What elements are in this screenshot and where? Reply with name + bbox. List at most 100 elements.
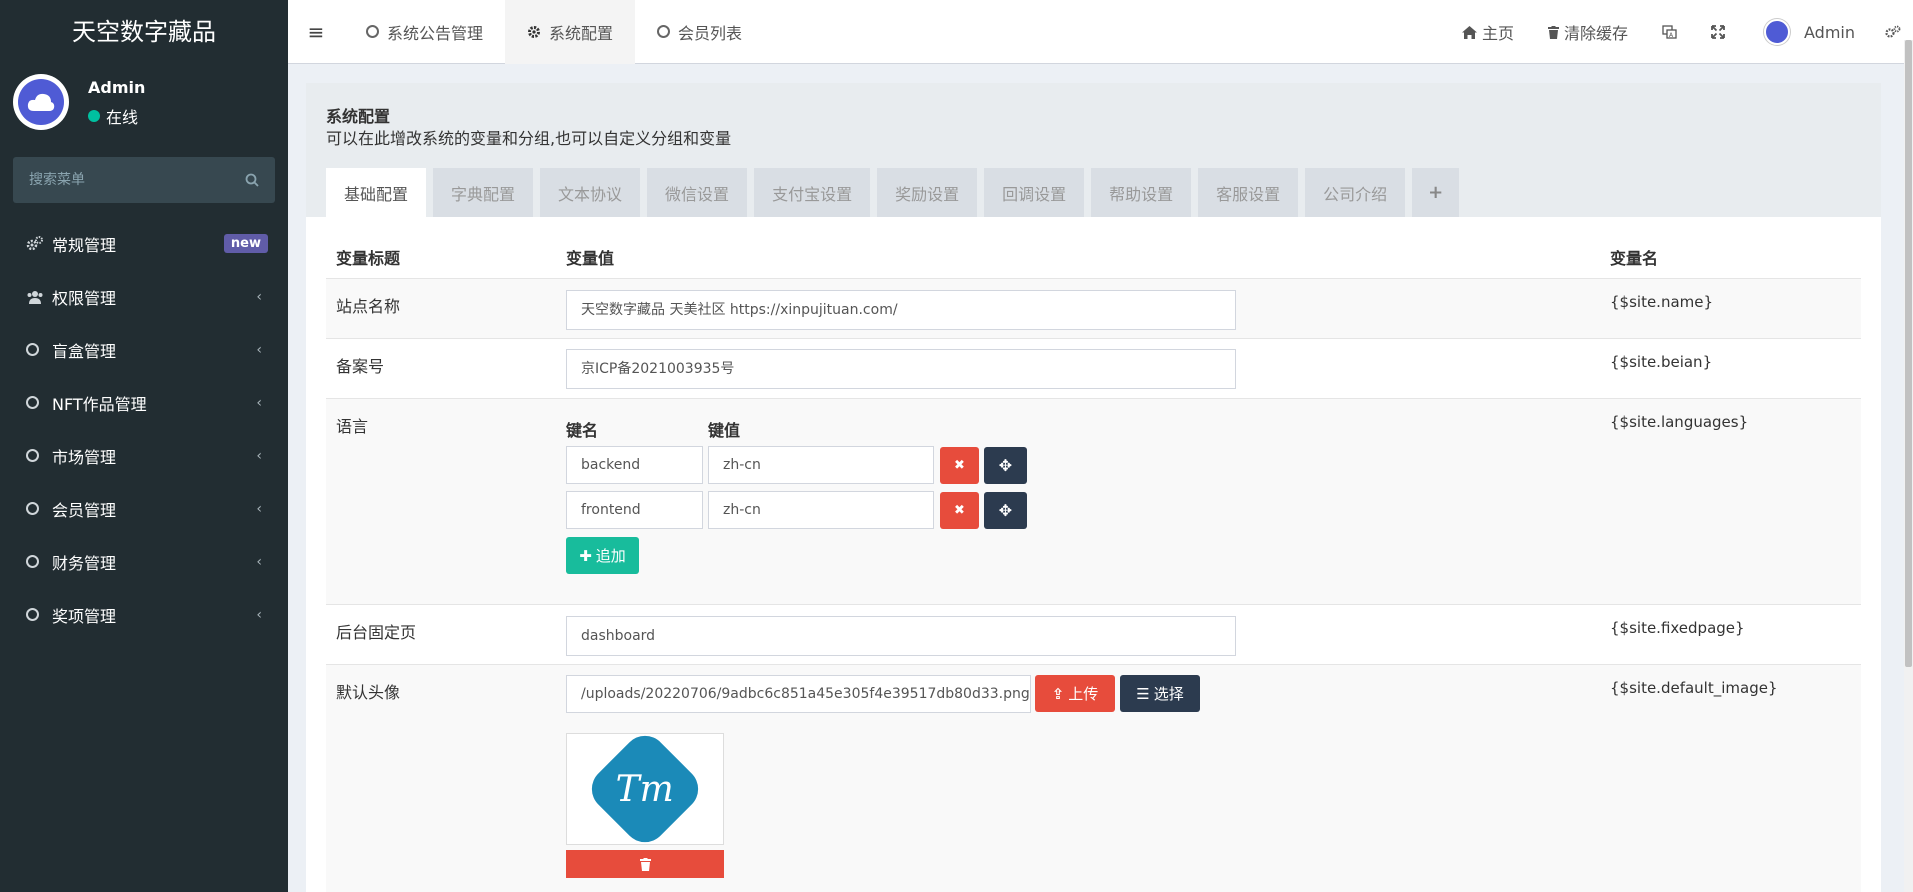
upload-icon: ⇪ — [1051, 684, 1065, 703]
user-status: 在线 — [88, 104, 138, 128]
site-name-input[interactable]: 天空数字藏品 天美社区 https://xinpujituan.com/ — [566, 290, 1236, 330]
language-icon[interactable]: A — [1645, 0, 1694, 64]
sidebar-item-label: 常规管理 — [52, 235, 117, 255]
tab-alipay-settings[interactable]: 支付宝设置 — [754, 168, 871, 217]
sidebar-item-finance[interactable]: 财务管理 ‹ — [0, 535, 288, 588]
home-label: 主页 — [1481, 24, 1514, 43]
tab-member-list[interactable]: 会员列表 — [635, 0, 764, 64]
sidebar-item-label: NFT作品管理 — [52, 394, 147, 414]
list-icon: ☰ — [1136, 684, 1150, 703]
add-tab-button[interactable]: + — [1412, 168, 1460, 217]
config-tabs: 基础配置 字典配置 文本协议 微信设置 支付宝设置 奖励设置 回调设置 帮助设置… — [326, 168, 1466, 217]
move-icon: ✥ — [998, 501, 1013, 520]
avatar — [1764, 19, 1790, 45]
sidebar-item-blindbox[interactable]: 盲盒管理 ‹ — [0, 323, 288, 376]
tab-text-agreement[interactable]: 文本协议 — [540, 168, 641, 217]
value-label: 键值 — [708, 421, 741, 440]
tm-logo-image: Tm — [582, 726, 708, 852]
row-title: 语言 — [336, 417, 369, 436]
users-icon — [26, 290, 52, 304]
tab-reward-settings[interactable]: 奖励设置 — [877, 168, 978, 217]
language-key-input[interactable]: frontend — [566, 491, 703, 529]
sidebar-item-nft[interactable]: NFT作品管理 ‹ — [0, 376, 288, 429]
tab-system-config[interactable]: 系统配置 — [505, 0, 636, 64]
tab-announcements[interactable]: 系统公告管理 — [344, 0, 505, 64]
page-title: 系统配置 — [326, 107, 391, 126]
sidebar-item-label: 盲盒管理 — [52, 341, 117, 361]
tab-dictionary-config[interactable]: 字典配置 — [433, 168, 534, 217]
circle-icon — [26, 555, 39, 568]
sidebar-item-permissions[interactable]: 权限管理 ‹ — [0, 270, 288, 323]
config-table: 变量标题 变量值 变量名 站点名称 天空数字藏品 天美社区 https://xi… — [326, 217, 1861, 892]
scrollbar-thumb[interactable] — [1905, 40, 1912, 667]
search-icon[interactable] — [245, 157, 259, 203]
tab-callback-settings[interactable]: 回调设置 — [984, 168, 1085, 217]
header-name: 变量名 — [1610, 249, 1659, 268]
row-var: {$site.fixedpage} — [1610, 619, 1745, 637]
row-title: 备案号 — [336, 357, 385, 376]
tab-help-settings[interactable]: 帮助设置 — [1091, 168, 1192, 217]
fullscreen-icon[interactable] — [1694, 0, 1742, 64]
panel-header: 系统配置 可以在此增改系统的变量和分组,也可以自定义分组和变量 基础配置 字典配… — [306, 83, 1881, 217]
sidebar-item-label: 奖项管理 — [52, 606, 117, 626]
clear-cache-button[interactable]: 清除缓存 — [1531, 0, 1645, 64]
add-entry-button[interactable]: ✚ 追加 — [566, 537, 639, 574]
admin-menu[interactable]: Admin — [1742, 0, 1885, 64]
tab-label: 系统公告管理 — [387, 23, 484, 43]
language-value-input[interactable]: zh-cn — [708, 491, 934, 529]
new-badge: new — [223, 234, 268, 253]
chevron-left-icon: ‹ — [256, 341, 262, 358]
row-title: 后台固定页 — [336, 623, 417, 642]
trash-icon — [639, 857, 651, 871]
select-button[interactable]: ☰ 选择 — [1120, 675, 1200, 712]
tab-service-settings[interactable]: 客服设置 — [1198, 168, 1299, 217]
tab-company-intro[interactable]: 公司介绍 — [1305, 168, 1406, 217]
sidebar-item-label: 财务管理 — [52, 553, 117, 573]
circle-icon — [26, 396, 39, 409]
language-value-input[interactable]: zh-cn — [708, 446, 934, 484]
table-row: 后台固定页 dashboard {$site.fixedpage} — [326, 604, 1861, 664]
home-link[interactable]: 主页 — [1445, 0, 1531, 64]
topbar-actions: 主页 清除缓存 A Admin — [1445, 0, 1913, 64]
app-brand[interactable]: 天空数字藏品 — [0, 0, 288, 64]
sidebar-item-general[interactable]: 常规管理 new — [0, 217, 288, 270]
language-key-input[interactable]: backend — [566, 446, 703, 484]
tab-wechat-settings[interactable]: 微信设置 — [647, 168, 748, 217]
plus-icon: ✚ — [579, 546, 592, 565]
sidebar-item-awards[interactable]: 奖项管理 ‹ — [0, 588, 288, 641]
chevron-left-icon: ‹ — [256, 447, 262, 464]
close-icon: ✖ — [954, 458, 965, 473]
upload-button[interactable]: ⇪ 上传 — [1035, 675, 1115, 712]
table-row: 默认头像 /uploads/20220706/9adbc6c851a45e305… — [326, 664, 1861, 892]
chevron-left-icon: ‹ — [256, 288, 262, 305]
drag-handle-button[interactable]: ✥ — [984, 492, 1027, 529]
delete-image-button[interactable] — [566, 850, 724, 878]
key-label: 键名 — [566, 421, 599, 440]
chevron-left-icon: ‹ — [256, 394, 262, 411]
hamburger-menu-icon[interactable]: ≡ — [288, 0, 344, 64]
remove-entry-button[interactable]: ✖ — [940, 492, 979, 529]
search-input[interactable]: 搜索菜单 — [13, 157, 275, 203]
image-preview: Tm — [566, 726, 724, 852]
sidebar-item-market[interactable]: 市场管理 ‹ — [0, 429, 288, 482]
fixedpage-input[interactable]: dashboard — [566, 616, 1236, 656]
admin-name: Admin — [1804, 22, 1855, 42]
move-icon: ✥ — [998, 456, 1013, 475]
table-header: 变量标题 变量值 变量名 — [326, 217, 1861, 278]
sidebar-item-members[interactable]: 会员管理 ‹ — [0, 482, 288, 535]
sidebar: 天空数字藏品 Admin 在线 搜索菜单 常规管理 new 权限管理 ‹ 盲盒管… — [0, 0, 288, 892]
row-var: {$site.languages} — [1610, 413, 1749, 431]
remove-entry-button[interactable]: ✖ — [940, 447, 979, 484]
tab-basic-config[interactable]: 基础配置 — [326, 168, 427, 217]
table-row: 站点名称 天空数字藏品 天美社区 https://xinpujituan.com… — [326, 278, 1861, 338]
upload-label: 上传 — [1068, 685, 1099, 703]
tab-label: 系统配置 — [549, 23, 614, 43]
user-name: Admin — [88, 78, 146, 97]
default-image-input[interactable]: /uploads/20220706/9adbc6c851a45e305f4e39… — [566, 675, 1031, 713]
drag-handle-button[interactable]: ✥ — [984, 447, 1027, 484]
header-title: 变量标题 — [336, 249, 401, 268]
trash-icon — [1547, 25, 1559, 39]
beian-input[interactable]: 京ICP备2021003935号 — [566, 349, 1236, 389]
table-row: 备案号 京ICP备2021003935号 {$site.beian} — [326, 338, 1861, 398]
gear-icon — [527, 25, 541, 39]
